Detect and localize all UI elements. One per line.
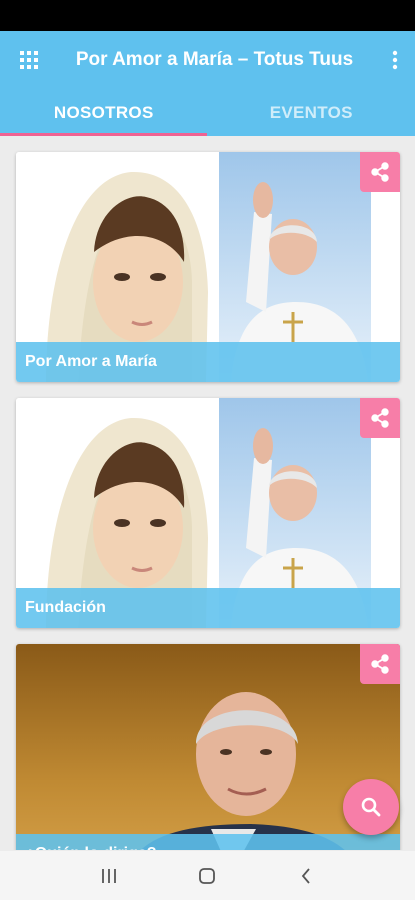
overflow-menu-button[interactable]	[375, 31, 415, 89]
tab-nosotros[interactable]: NOSOTROS	[0, 89, 208, 136]
more-vert-icon	[392, 50, 398, 70]
card-caption: Por Amor a María	[16, 342, 400, 382]
back-icon	[301, 867, 310, 884]
apps-grid-button[interactable]	[0, 31, 58, 89]
status-bar	[0, 0, 415, 31]
share-icon	[371, 408, 389, 428]
home-button[interactable]	[187, 856, 227, 896]
card-fundacion[interactable]: Fundación	[16, 398, 400, 628]
director-portrait-image	[16, 644, 400, 850]
back-button[interactable]	[286, 856, 326, 896]
share-button[interactable]	[360, 644, 400, 684]
search-fab-button[interactable]	[343, 779, 399, 835]
share-icon	[371, 162, 389, 182]
card-caption: Fundación	[16, 588, 400, 628]
home-icon	[199, 867, 216, 884]
app-title: Por Amor a María – Totus Tuus	[75, 49, 354, 70]
tab-eventos[interactable]: EVENTOS	[208, 89, 415, 136]
search-icon	[361, 797, 381, 817]
grid-icon	[20, 51, 38, 69]
card-por-amor-a-maria[interactable]: Por Amor a María	[16, 152, 400, 382]
card-caption: ¿Quién lo dirige?	[16, 834, 400, 850]
recent-apps-icon	[102, 868, 117, 883]
share-button[interactable]	[360, 398, 400, 438]
system-nav-bar	[0, 851, 415, 900]
card-list[interactable]: Por Amor a María Fundación	[0, 136, 415, 850]
card-quien-lo-dirige[interactable]: ¿Quién lo dirige?	[16, 644, 400, 850]
tab-bar: NOSOTROS EVENTOS	[0, 89, 415, 136]
app-bar: Por Amor a María – Totus Tuus	[0, 31, 415, 89]
share-button[interactable]	[360, 152, 400, 192]
share-icon	[371, 654, 389, 674]
recent-apps-button[interactable]	[89, 856, 129, 896]
